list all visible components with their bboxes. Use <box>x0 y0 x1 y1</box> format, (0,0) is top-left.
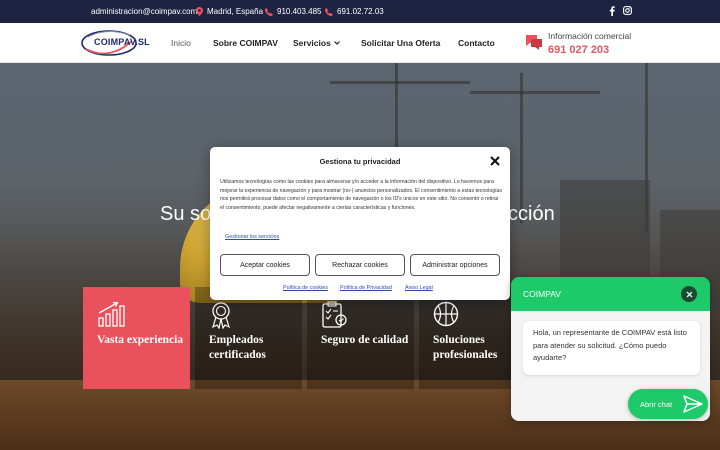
close-icon <box>686 291 692 297</box>
cookie-consent-modal: Gestiona tu privacidad Utilizamos tecnol… <box>210 147 510 300</box>
phone-icon <box>265 7 273 16</box>
chat-close-button[interactable] <box>681 286 697 302</box>
crane-silhouette <box>520 73 523 223</box>
growth-chart-icon <box>98 301 125 327</box>
feature-card-empleados[interactable]: Empleados certificados <box>195 287 302 389</box>
modal-body-text: Utilizamos tecnologías como las cookies … <box>220 179 503 211</box>
hero-title-left: Su so <box>160 203 212 225</box>
logo-text: COIMPAV.SL <box>94 37 150 47</box>
chat-title: COIMPAV <box>523 289 561 299</box>
hero-title-right: cción <box>508 203 555 225</box>
chat-bubble-icon <box>526 35 542 50</box>
phone1-text[interactable]: 910.403.485 <box>277 7 322 16</box>
award-badge-icon <box>212 302 230 329</box>
location-text: Madrid, España <box>207 7 264 16</box>
feature-label: Vasta experiencia <box>97 334 184 346</box>
nav-solicitar-oferta[interactable]: Solicitar Una Oferta <box>361 38 440 48</box>
open-chat-button[interactable]: Abrir chat <box>628 389 708 419</box>
chevron-down-icon <box>333 41 340 45</box>
modal-title: Gestiona tu privacidad <box>319 157 401 166</box>
top-bar: administracion@coimpav.com Madrid, Españ… <box>0 0 720 23</box>
phone-icon <box>325 7 333 16</box>
send-icon <box>683 395 703 413</box>
accept-cookies-button[interactable]: Aceptar cookies <box>220 254 310 276</box>
feature-card-soluciones[interactable]: Soluciones profesionales <box>419 287 526 389</box>
crane-silhouette <box>330 81 470 84</box>
chat-message: Hola, un representante de COIMPAV está l… <box>523 321 700 375</box>
email-link[interactable]: administracion@coimpav.com <box>91 7 197 16</box>
facebook-icon[interactable] <box>609 6 615 16</box>
clipboard-check-icon <box>322 301 347 328</box>
email-text[interactable]: administracion@coimpav.com <box>91 7 197 16</box>
chat-header: COIMPAV <box>511 277 710 311</box>
nav-inicio[interactable]: Inicio <box>171 38 191 48</box>
feature-card-seguro[interactable]: Seguro de calidad <box>307 287 414 389</box>
feature-card-experiencia[interactable]: Vasta experiencia <box>83 287 190 389</box>
close-icon[interactable] <box>490 156 500 166</box>
manage-options-button[interactable]: Administrar opciones <box>410 254 500 276</box>
crane-silhouette <box>470 91 600 94</box>
feature-label: Seguro de calidad <box>321 334 409 346</box>
cookie-policy-link[interactable]: Política de cookies <box>283 285 328 291</box>
phone1-link[interactable]: 910.403.485 <box>265 7 322 16</box>
manage-services-link[interactable]: Gestionar los servicios <box>225 234 279 240</box>
chat-body: Hola, un representante de COIMPAV está l… <box>511 311 710 421</box>
nav-servicios[interactable]: Servicios <box>293 38 340 48</box>
nav-contacto[interactable]: Contacto <box>458 38 495 48</box>
company-logo[interactable]: COIMPAV.SL <box>80 27 150 59</box>
reject-cookies-button[interactable]: Rechazar cookies <box>315 254 405 276</box>
info-phone[interactable]: 691 027 203 <box>548 44 609 56</box>
phone2-link[interactable]: 691.02.72.03 <box>325 7 384 16</box>
map-pin-icon <box>196 7 203 16</box>
instagram-icon[interactable] <box>623 6 632 15</box>
legal-notice-link[interactable]: Aviso Legal <box>405 285 433 291</box>
site-header: COIMPAV.SL Inicio Sobre COIMPAV Servicio… <box>0 23 720 63</box>
open-chat-label: Abrir chat <box>640 399 673 409</box>
privacy-policy-link[interactable]: Política de Privacidad <box>340 285 392 291</box>
nav-servicios-label: Servicios <box>293 38 331 48</box>
location-item: Madrid, España <box>196 7 263 16</box>
info-label: Información comercial <box>548 31 632 41</box>
nav-sobre[interactable]: Sobre COIMPAV <box>213 38 278 48</box>
phone2-text[interactable]: 691.02.72.03 <box>337 7 384 16</box>
basketball-icon <box>433 301 459 327</box>
feature-label: Empleados certificados <box>209 334 266 361</box>
chat-widget: COIMPAV Hola, un representante de COIMPA… <box>511 277 710 421</box>
